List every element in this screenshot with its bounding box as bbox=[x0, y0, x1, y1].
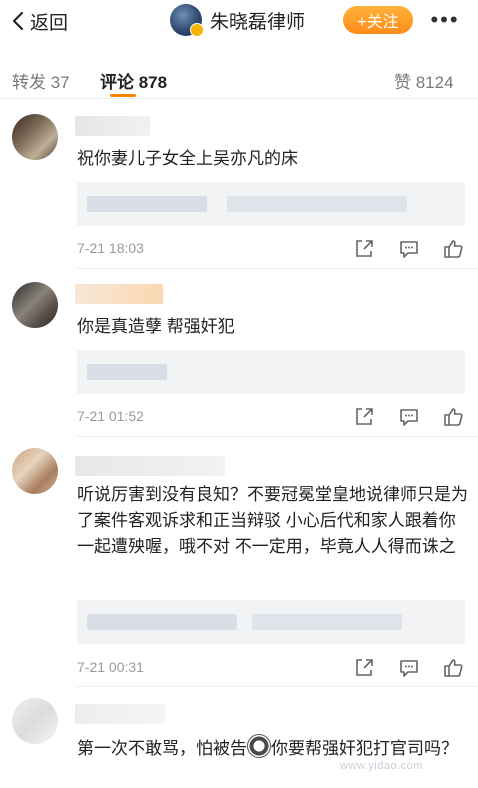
profile-header[interactable]: 朱晓磊律师 bbox=[170, 4, 306, 37]
profile-name: 朱晓磊律师 bbox=[210, 11, 306, 33]
active-tab-indicator bbox=[110, 94, 136, 97]
top-nav-bar: 返回 朱晓磊律师 +关注 ••• bbox=[0, 0, 478, 44]
avatar[interactable] bbox=[12, 282, 58, 328]
comment-text: 第一次不敢骂，怕被告 你要帮强奸犯打官司吗？ bbox=[77, 734, 469, 762]
follow-button[interactable]: +关注 bbox=[343, 6, 413, 34]
back-label: 返回 bbox=[30, 12, 69, 34]
avatar[interactable] bbox=[12, 448, 58, 494]
reply-icon[interactable] bbox=[398, 406, 420, 428]
blurred-text bbox=[252, 614, 402, 630]
more-options-icon[interactable]: ••• bbox=[425, 7, 465, 32]
quoted-reply[interactable] bbox=[77, 182, 465, 226]
quoted-reply[interactable] bbox=[77, 600, 465, 644]
blurred-text bbox=[227, 196, 407, 212]
comment-text: 听说厉害到没有良知？不要冠冕堂皇地说律师只是为了案件客观诉求和正当辩驳 小心后代… bbox=[77, 485, 468, 556]
avatar[interactable] bbox=[12, 114, 58, 160]
share-icon[interactable] bbox=[353, 406, 375, 428]
verified-badge-icon bbox=[190, 23, 204, 37]
tab-bar: 转发 37 评论 878 赞 8124 bbox=[0, 54, 478, 99]
blurred-text bbox=[87, 364, 167, 380]
comment-text: 祝你妻儿子女全上吴亦凡的床 bbox=[77, 149, 298, 168]
reply-icon[interactable] bbox=[398, 238, 420, 260]
commenter-name[interactable] bbox=[75, 284, 163, 304]
avatar[interactable] bbox=[170, 4, 204, 37]
comment-timestamp: 7-21 01:52 bbox=[77, 408, 144, 424]
share-icon[interactable] bbox=[353, 657, 375, 679]
divider bbox=[75, 436, 478, 437]
divider bbox=[75, 686, 478, 687]
comment-text-part: 你要帮强奸犯打官司吗？ bbox=[271, 739, 458, 758]
emoji-icon bbox=[247, 734, 271, 758]
comment-text: 你是真造孽 帮强奸犯 bbox=[77, 317, 235, 336]
reply-icon[interactable] bbox=[398, 657, 420, 679]
blurred-text bbox=[87, 614, 237, 630]
tab-reposts[interactable]: 转发 37 bbox=[12, 68, 70, 93]
divider bbox=[75, 268, 478, 269]
commenter-name[interactable] bbox=[75, 704, 165, 724]
like-icon[interactable] bbox=[442, 238, 464, 260]
watermark: www.yidao.com bbox=[340, 760, 423, 772]
back-button[interactable]: 返回 bbox=[12, 8, 68, 34]
like-icon[interactable] bbox=[442, 406, 464, 428]
tab-likes[interactable]: 赞 8124 bbox=[394, 68, 454, 93]
comment-timestamp: 7-21 18:03 bbox=[77, 240, 144, 256]
quoted-reply[interactable] bbox=[77, 350, 465, 394]
chevron-left-icon bbox=[12, 11, 24, 31]
blurred-text bbox=[87, 196, 207, 212]
share-icon[interactable] bbox=[353, 238, 375, 260]
commenter-name[interactable] bbox=[75, 456, 225, 476]
avatar[interactable] bbox=[12, 698, 58, 744]
comment-timestamp: 7-21 00:31 bbox=[77, 659, 144, 675]
tab-comments[interactable]: 评论 878 bbox=[100, 68, 167, 93]
commenter-name[interactable] bbox=[75, 116, 150, 136]
comment-text-part: 第一次不敢骂，怕被告 bbox=[77, 739, 247, 758]
like-icon[interactable] bbox=[442, 657, 464, 679]
